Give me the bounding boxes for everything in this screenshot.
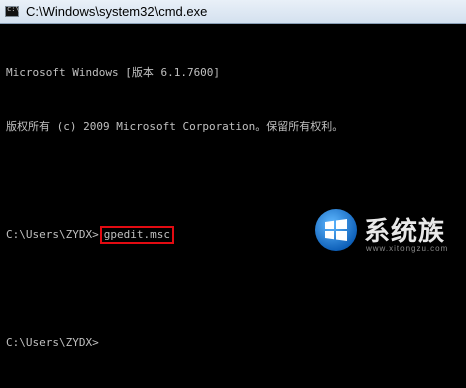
title-bar[interactable]: c:\ C:\Windows\system32\cmd.exe <box>0 0 466 24</box>
highlighted-command: gpedit.msc <box>99 226 174 244</box>
cmd-window: c:\ C:\Windows\system32\cmd.exe Microsof… <box>0 0 466 349</box>
prompt-text: C:\Users\ZYDX> <box>6 228 99 241</box>
window-title: C:\Windows\system32\cmd.exe <box>26 4 208 19</box>
version-line: Microsoft Windows [版本 6.1.7600] <box>6 66 221 79</box>
cmd-icon: c:\ <box>5 5 20 17</box>
current-prompt-line[interactable]: C:\Users\ZYDX> <box>6 334 460 352</box>
command-text: gpedit.msc <box>103 228 170 241</box>
brand-text: 系统族 <box>364 217 446 247</box>
prompt-text: C:\Users\ZYDX> <box>6 336 99 349</box>
watermark-logo: 系统族 www.xitongzu.com <box>312 205 462 260</box>
windows-logo-icon <box>315 209 357 251</box>
brand-url: www.xitongzu.com <box>366 244 449 253</box>
copyright-line: 版权所有 (c) 2009 Microsoft Corporation。保留所有… <box>6 120 344 133</box>
